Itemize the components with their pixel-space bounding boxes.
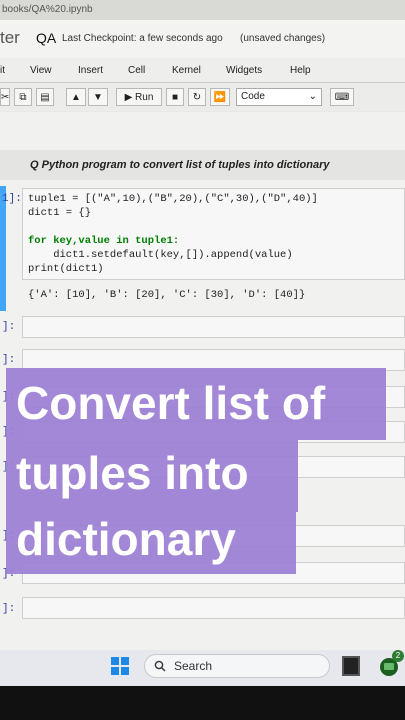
code-line-2: dict1 = {} <box>28 207 92 219</box>
arrow-up-icon: ▲ <box>71 92 81 103</box>
taskbar-search[interactable] <box>144 654 330 678</box>
stop-icon: ■ <box>171 92 179 103</box>
cell-type-select[interactable]: Code ⌄ <box>236 88 322 106</box>
notebook-name[interactable]: QA <box>36 30 56 46</box>
search-label: Search <box>174 659 213 673</box>
notification-badge: 2 <box>392 650 404 662</box>
windows-start-icon[interactable] <box>110 656 130 676</box>
paste-button[interactable]: ▤ <box>36 88 54 106</box>
arrow-down-icon: ▼ <box>93 92 103 103</box>
restart-icon: ↻ <box>192 92 202 103</box>
unsaved-status: (unsaved changes) <box>240 33 326 44</box>
empty-code-cell[interactable] <box>22 597 405 619</box>
caption-line-3: dictionary <box>16 513 236 565</box>
run-label: Run <box>135 92 154 103</box>
copy-button[interactable]: ⧉ <box>14 88 32 106</box>
menu-insert[interactable]: Insert <box>78 65 103 76</box>
url-bar[interactable]: books/QA%20.ipynb <box>0 0 405 20</box>
caption-line-1: Convert list of <box>16 377 326 429</box>
scissors-icon: ✂ <box>1 92 10 103</box>
move-down-button[interactable]: ▼ <box>88 88 108 106</box>
code-line-5: dict1.setdefault(key,[]).append(value) <box>28 249 293 261</box>
menu-kernel[interactable]: Kernel <box>172 65 201 76</box>
paste-icon: ▤ <box>40 92 50 103</box>
run-button[interactable]: ▶ Run <box>116 88 162 106</box>
cut-button[interactable]: ✂ <box>0 88 10 106</box>
menu-cell[interactable]: Cell <box>128 65 145 76</box>
cell-type-value: Code <box>241 91 265 102</box>
checkpoint-status: Last Checkpoint: a few seconds ago <box>62 33 223 44</box>
code-line-4: for key,value in tuple1: <box>28 235 180 247</box>
menu-edit[interactable]: it <box>0 65 5 76</box>
menu-help[interactable]: Help <box>290 65 311 76</box>
keyboard-icon: ⌨ <box>334 92 350 103</box>
empty-code-cell[interactable] <box>22 316 405 338</box>
copy-icon: ⧉ <box>19 92 27 103</box>
caption-line-2: tuples into <box>16 447 249 499</box>
fast-forward-icon: ⏩ <box>213 92 227 103</box>
code-line-1: tuple1 = [("A",10),("B",20),("C",30),("D… <box>28 193 318 205</box>
notebook-title: Q Python program to convert list of tupl… <box>30 159 330 171</box>
empty-cell-prompt: ]: <box>2 603 16 615</box>
chevron-down-icon: ⌄ <box>308 91 317 102</box>
jupyter-logo-text[interactable]: ter <box>0 28 20 48</box>
command-palette-button[interactable]: ⌨ <box>330 88 354 106</box>
restart-run-all-button[interactable]: ⏩ <box>210 88 230 106</box>
interrupt-button[interactable]: ■ <box>166 88 184 106</box>
cell-prompt: 1]: <box>2 193 22 205</box>
menu-widgets[interactable]: Widgets <box>226 65 262 76</box>
menu-view[interactable]: View <box>30 65 52 76</box>
cell-output: {'A': [10], 'B': [20], 'C': [30], 'D': [… <box>28 289 306 301</box>
screen-bezel <box>0 686 405 720</box>
play-icon: ▶ <box>124 92 136 103</box>
empty-cell-prompt: ]: <box>2 321 16 333</box>
move-up-button[interactable]: ▲ <box>66 88 86 106</box>
restart-button[interactable]: ↻ <box>188 88 206 106</box>
taskbar-app-icon[interactable] <box>342 656 360 676</box>
code-line-6: print(dict1) <box>28 263 104 275</box>
menu-bar <box>0 58 405 83</box>
search-icon <box>154 660 166 672</box>
empty-cell-prompt: ]: <box>2 354 16 366</box>
